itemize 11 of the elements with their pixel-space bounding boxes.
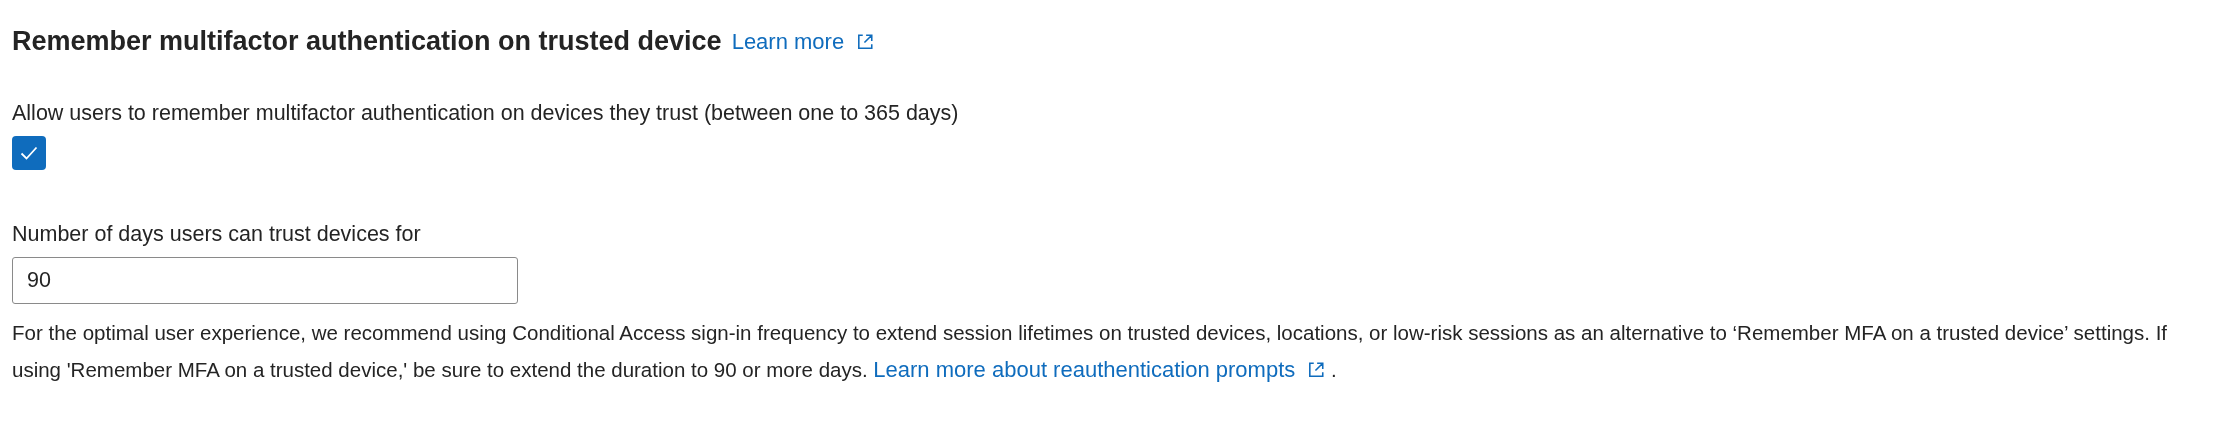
days-input-field[interactable]: 90 bbox=[12, 257, 518, 304]
external-link-icon bbox=[1307, 361, 1326, 379]
learn-more-link[interactable]: Learn more bbox=[731, 28, 875, 55]
checkmark-icon bbox=[20, 146, 38, 160]
reauthentication-link[interactable]: Learn more about reauthentication prompts bbox=[873, 357, 1326, 382]
external-link-icon bbox=[856, 32, 875, 51]
recommendation-text: For the optimal user experience, we recommend using Conditional Access sign-in frequency to extend session lifetimes on trusted devices, locations, or low-risk sessions as an alternative to ‘Remember MFA on a trusted device’ settings. If using 'Remember MFA on a trusted device,' be sure to extend the duration to 90 or more days. Learn more about reauthentication prompts . bbox=[12, 320, 2169, 384]
checkbox-label: Allow users to remember multifactor authentication on devices they trust (between one to 365 days) bbox=[12, 101, 960, 126]
section-heading: Remember multifactor authentication on trusted device bbox=[12, 26, 722, 57]
checkbox[interactable] bbox=[12, 136, 46, 170]
field-label: Number of days users can trust devices for bbox=[12, 222, 422, 247]
